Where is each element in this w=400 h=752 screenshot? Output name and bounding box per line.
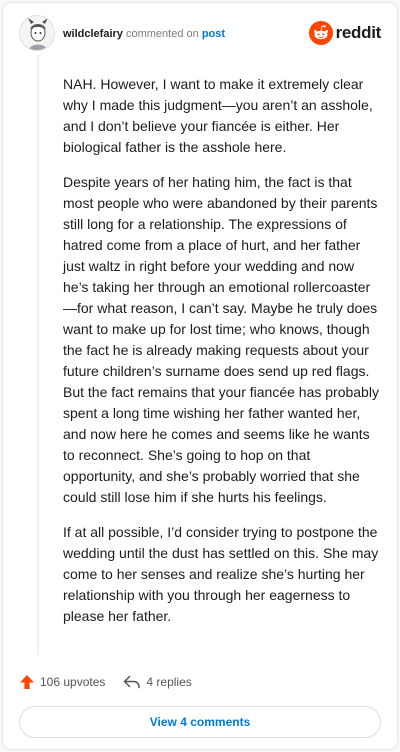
thread-line	[37, 55, 39, 655]
reddit-brand[interactable]: reddit	[308, 20, 382, 46]
avatar-illustration-icon	[20, 16, 54, 50]
avatar[interactable]	[19, 15, 55, 51]
upvote-arrow-icon	[20, 675, 34, 689]
username-link[interactable]: wildclefairy	[63, 28, 123, 40]
view-comments-button[interactable]: View 4 comments	[19, 706, 381, 738]
comment-card: wildclefairy commented on post reddit NA…	[2, 2, 398, 750]
post-link[interactable]: post	[202, 28, 225, 40]
action-text: commented on	[125, 28, 199, 40]
upvote-button[interactable]: 106 upvotes	[19, 674, 105, 690]
comment-body: NAH. However, I want to make it extremel…	[63, 74, 381, 641]
comment-paragraph: If at all possible, I’d consider trying …	[63, 524, 379, 624]
comment-header: wildclefairy commented on post reddit	[19, 15, 381, 55]
brand-wordmark: reddit	[335, 23, 382, 42]
replies-button[interactable]: 4 replies	[123, 675, 192, 689]
reply-arrow-icon	[124, 675, 141, 689]
comment-paragraph: Despite years of her hating him, the fac…	[63, 174, 379, 505]
upvote-count: 106 upvotes	[40, 675, 106, 689]
comment-actions: 106 upvotes 4 replies	[19, 671, 210, 693]
replies-count: 4 replies	[146, 675, 192, 689]
comment-paragraph: NAH. However, I want to make it extremel…	[63, 76, 373, 155]
comment-meta: wildclefairy commented on post	[63, 28, 225, 40]
reddit-logo-icon	[308, 21, 333, 45]
